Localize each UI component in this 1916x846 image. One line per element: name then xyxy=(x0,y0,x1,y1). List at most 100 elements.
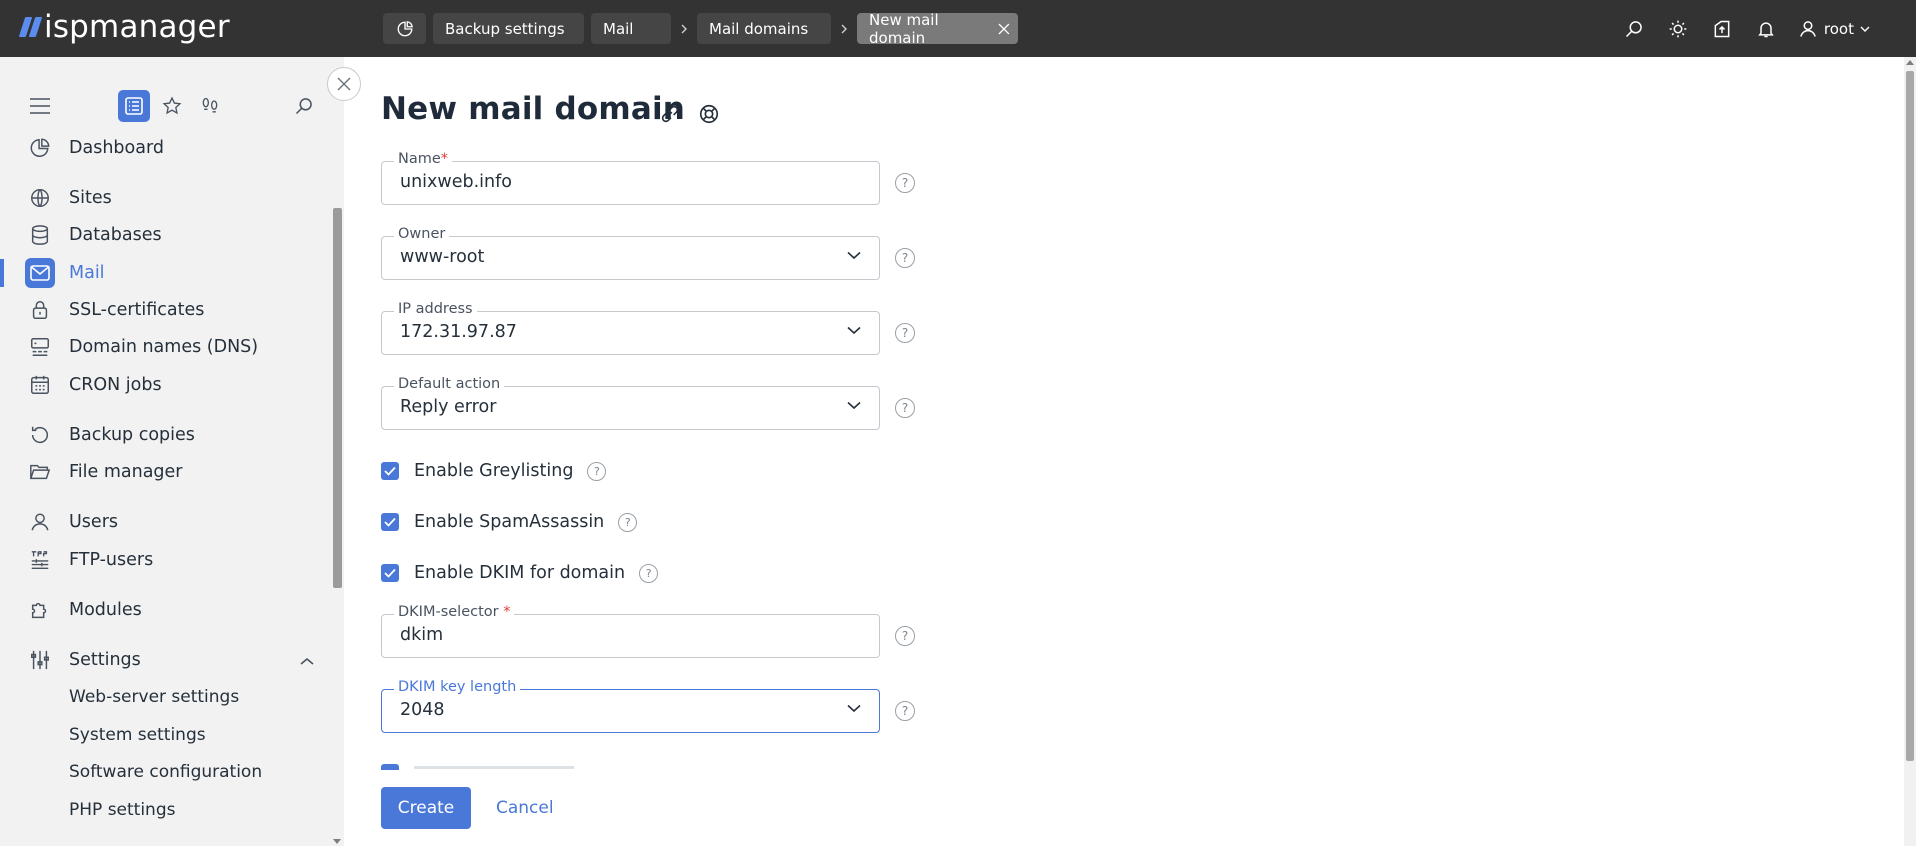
logo-text: ispmanager xyxy=(44,9,230,45)
spamassassin-checkbox[interactable] xyxy=(381,513,399,531)
link-icon[interactable] xyxy=(657,101,683,127)
field-label: DKIM-selector * xyxy=(394,603,515,621)
user-icon xyxy=(1800,20,1816,37)
dns-icon xyxy=(27,334,53,360)
greylisting-checkbox[interactable] xyxy=(381,462,399,480)
default-action-value: Reply error xyxy=(400,397,497,417)
sidebar-item-databases[interactable]: Databases xyxy=(0,217,330,253)
scroll-up-icon[interactable] xyxy=(1906,60,1914,65)
dashboard-icon xyxy=(397,20,413,36)
chevron-up-icon[interactable] xyxy=(300,651,314,670)
scrollbar-thumb[interactable] xyxy=(333,208,342,588)
help-icon[interactable]: ? xyxy=(587,461,607,481)
sidebar-item-label: Domain names (DNS) xyxy=(69,337,259,357)
breadcrumb-dashboard[interactable] xyxy=(383,13,426,44)
breadcrumb-item[interactable]: Mail xyxy=(591,13,671,44)
ip-address-select[interactable]: IP address 172.31.97.87 xyxy=(381,300,880,355)
check-icon xyxy=(384,466,396,476)
help-icon[interactable]: ? xyxy=(895,248,915,268)
sidebar-item-label: SSL-certificates xyxy=(69,300,205,320)
sidebar-item-dns[interactable]: Domain names (DNS) xyxy=(0,329,330,365)
dkim-key-length-select[interactable]: DKIM key length 2048 xyxy=(381,678,880,733)
menu-toggle-button[interactable] xyxy=(24,90,56,122)
favorites-button[interactable] xyxy=(156,90,188,122)
main-content: New mail domain Name* unixweb.info ? Own… xyxy=(344,57,1904,846)
field-label: IP address xyxy=(394,300,477,318)
sidebar-subitem-php[interactable]: PHP settings xyxy=(69,800,175,820)
dkim-checkbox[interactable] xyxy=(381,564,399,582)
sidebar-item-label: Backup copies xyxy=(69,425,195,445)
owner-select[interactable]: Owner www-root xyxy=(381,225,880,280)
footprints-icon xyxy=(202,97,218,113)
help-icon[interactable]: ? xyxy=(618,512,638,532)
checkbox-label[interactable]: Enable SpamAssassin xyxy=(414,512,604,532)
sidebar-subitem-web-server[interactable]: Web-server settings xyxy=(69,687,239,707)
user-menu[interactable]: root xyxy=(1798,19,1870,39)
close-icon[interactable] xyxy=(998,23,1010,35)
chevron-down-icon xyxy=(847,251,861,260)
lock-icon xyxy=(27,297,53,323)
chevron-down-icon xyxy=(847,326,861,335)
hidden-checkbox[interactable] xyxy=(381,764,399,770)
sidebar-item-label: Mail xyxy=(69,263,105,283)
theme-toggle-button[interactable] xyxy=(1656,7,1700,51)
help-icon[interactable]: ? xyxy=(895,173,915,193)
help-icon[interactable]: ? xyxy=(895,626,915,646)
sidebar-item-mail[interactable]: Mail xyxy=(0,255,330,291)
cancel-button[interactable]: Cancel xyxy=(496,787,554,829)
breadcrumb-active[interactable]: New mail domain xyxy=(857,11,1018,47)
sidebar-scrollbar[interactable] xyxy=(330,132,344,846)
logo[interactable]: ispmanager xyxy=(18,9,230,45)
main-scrollbar[interactable] xyxy=(1904,57,1916,846)
sidebar-subitem-system[interactable]: System settings xyxy=(69,725,206,745)
required-mark: * xyxy=(440,151,449,167)
sidebar-item-ftp[interactable]: FTP-users xyxy=(0,542,330,578)
list-view-button[interactable] xyxy=(118,90,150,122)
sidebar-item-dashboard[interactable]: Dashboard xyxy=(0,130,330,166)
upload-button[interactable] xyxy=(1700,7,1744,51)
checkbox-label[interactable]: Enable DKIM for domain xyxy=(414,563,625,583)
chevron-right-icon xyxy=(831,23,857,35)
breadcrumb-label: Backup settings xyxy=(445,19,565,38)
chevron-right-icon xyxy=(671,23,697,35)
field-label: Owner xyxy=(394,225,450,243)
help-icon[interactable]: ? xyxy=(895,701,915,721)
scrollbar-thumb[interactable] xyxy=(1906,71,1914,761)
default-action-select[interactable]: Default action Reply error xyxy=(381,375,880,430)
sidebar-item-cron[interactable]: CRON jobs xyxy=(0,367,330,403)
sidebar-item-backup[interactable]: Backup copies xyxy=(0,417,330,453)
sidebar-item-ssl[interactable]: SSL-certificates xyxy=(0,292,330,328)
sidebar-item-sites[interactable]: Sites xyxy=(0,180,330,216)
recent-button[interactable] xyxy=(194,90,226,122)
user-name: root xyxy=(1823,19,1854,38)
name-field[interactable]: Name* unixweb.info xyxy=(381,150,880,205)
greylisting-checkbox-row: Enable Greylisting ? xyxy=(381,460,607,482)
bell-icon xyxy=(1758,21,1774,37)
sidebar: Dashboard Sites Databases Mail SSL-certi… xyxy=(0,57,344,846)
breadcrumb-item[interactable]: Backup settings xyxy=(433,13,584,44)
dkim-selector-input[interactable]: dkim xyxy=(400,625,443,645)
sidebar-item-modules[interactable]: Modules xyxy=(0,592,330,628)
create-button[interactable]: Create xyxy=(381,787,471,829)
help-lifebuoy-icon[interactable] xyxy=(696,101,722,127)
breadcrumb: Backup settings Mail Mail domains New ma… xyxy=(383,11,1018,47)
sidebar-item-settings[interactable]: Settings xyxy=(0,642,330,678)
help-icon[interactable]: ? xyxy=(639,563,659,583)
help-icon[interactable]: ? xyxy=(895,323,915,343)
name-input[interactable]: unixweb.info xyxy=(400,172,512,192)
scroll-down-icon[interactable] xyxy=(333,839,341,844)
star-icon xyxy=(162,96,182,115)
search-icon xyxy=(295,98,312,115)
sidebar-item-users[interactable]: Users xyxy=(0,504,330,540)
checkbox-label[interactable]: Enable Greylisting xyxy=(414,461,573,481)
sidebar-item-files[interactable]: File manager xyxy=(0,454,330,490)
sidebar-item-label: Modules xyxy=(69,600,142,620)
help-icon[interactable]: ? xyxy=(895,398,915,418)
dkim-selector-field[interactable]: DKIM-selector * dkim xyxy=(381,603,880,658)
sidebar-subitem-software[interactable]: Software configuration xyxy=(69,762,262,782)
search-button[interactable] xyxy=(1612,7,1656,51)
notifications-button[interactable] xyxy=(1744,7,1788,51)
sidebar-search-button[interactable] xyxy=(288,90,320,122)
breadcrumb-label: Mail domains xyxy=(709,19,809,38)
breadcrumb-item[interactable]: Mail domains xyxy=(697,13,831,44)
